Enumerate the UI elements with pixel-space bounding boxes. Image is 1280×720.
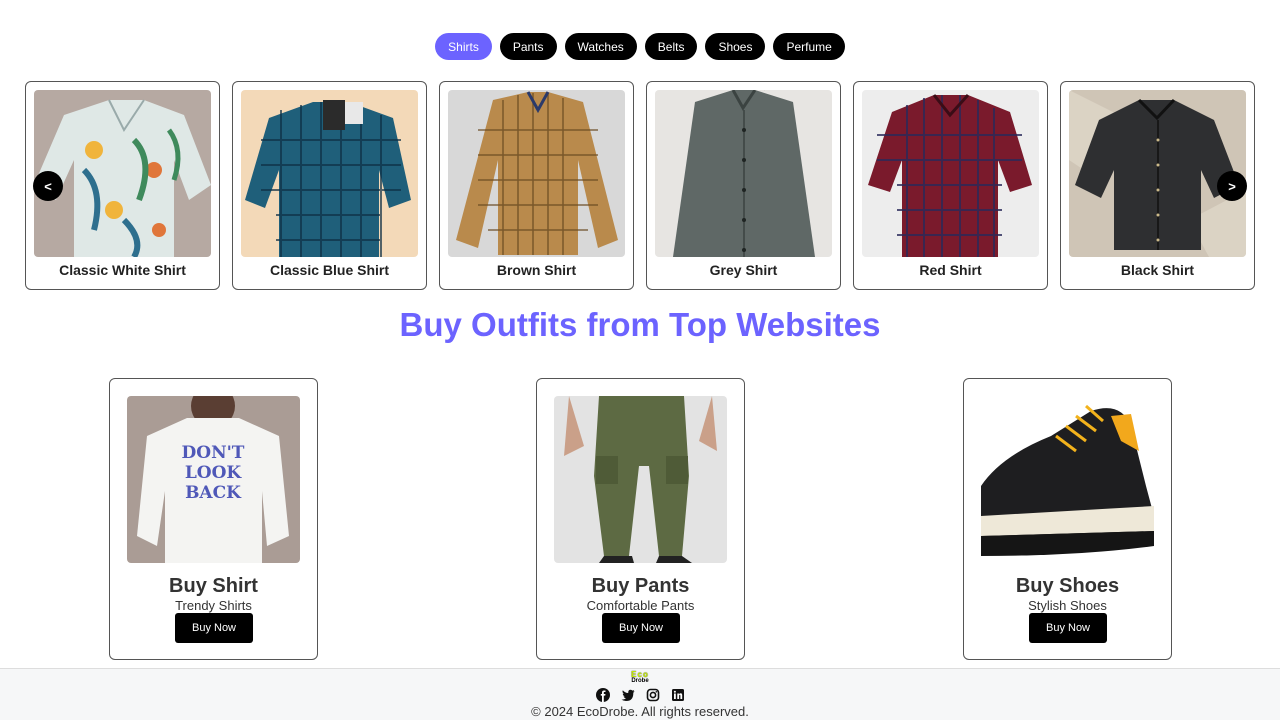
product-card[interactable]: Classic Blue Shirt [232, 81, 427, 290]
product-name: Grey Shirt [709, 262, 778, 278]
tab-watches[interactable]: Watches [564, 33, 637, 60]
product-card[interactable]: Brown Shirt [439, 81, 634, 290]
product-card[interactable]: Grey Shirt [646, 81, 841, 290]
section-title: Buy Outfits from Top Websites [399, 306, 881, 343]
buy-shoes-button[interactable]: Buy Now [1029, 613, 1107, 643]
shop-card-pants: Buy Pants Comfortable Pants Buy Now [536, 378, 745, 660]
shop-card-shirt: DON'T LOOK BACK Buy Shirt Trendy Shirts … [109, 378, 318, 660]
product-name: Black Shirt [1120, 262, 1195, 278]
copyright-text: © 2024 EcoDrobe. All rights reserved. [531, 704, 749, 719]
pants-image [554, 396, 727, 563]
category-tabs: Shirts Pants Watches Belts Shoes Perfume [0, 33, 1280, 60]
facebook-icon[interactable] [595, 688, 610, 702]
product-image [448, 90, 625, 257]
shop-title: Buy Shirt [169, 575, 258, 597]
product-name: Red Shirt [919, 262, 982, 278]
shirt-image: DON'T LOOK BACK [127, 396, 300, 563]
carousel-next-button[interactable]: > [1217, 171, 1247, 201]
product-image [34, 90, 211, 257]
logo[interactable]: Eco Drobe [619, 671, 661, 685]
tab-pants[interactable]: Pants [499, 33, 557, 60]
shop-title: Buy Pants [591, 575, 690, 597]
shop-subtitle: Stylish Shoes [1028, 598, 1107, 613]
buy-pants-button[interactable]: Buy Now [602, 613, 680, 643]
shirt-print-line2: LOOK [185, 463, 243, 483]
shoes-image [981, 396, 1154, 563]
product-name: Brown Shirt [496, 262, 577, 278]
logo-line2: Drobe [631, 678, 649, 684]
tab-shirts[interactable]: Shirts [435, 33, 492, 60]
product-image [655, 90, 832, 257]
shirt-print-line3: BACK [185, 483, 242, 503]
linkedin-icon[interactable] [671, 688, 685, 702]
twitter-icon[interactable] [621, 688, 635, 702]
shirt-print-line1: DON'T [182, 443, 245, 463]
tab-shoes[interactable]: Shoes [705, 33, 766, 60]
product-name: Classic Blue Shirt [269, 262, 390, 278]
shop-card-shoes: Buy Shoes Stylish Shoes Buy Now [963, 378, 1172, 660]
shop-subtitle: Comfortable Pants [586, 598, 695, 613]
social-links [595, 688, 685, 702]
carousel-prev-button[interactable]: < [33, 171, 63, 201]
product-card[interactable]: Red Shirt [853, 81, 1048, 290]
footer: Eco Drobe © 2024 EcoDrobe. All rights re… [0, 668, 1280, 720]
product-image [241, 90, 418, 257]
tab-belts[interactable]: Belts [644, 33, 698, 60]
product-image [862, 90, 1039, 257]
buy-shirt-button[interactable]: Buy Now [175, 613, 253, 643]
tab-perfume[interactable]: Perfume [773, 33, 845, 60]
product-carousel: Classic White Shirt Classic Blue Shirt B… [25, 81, 1256, 290]
shop-title: Buy Shoes [1015, 575, 1120, 597]
product-image [1069, 90, 1246, 257]
shop-subtitle: Trendy Shirts [175, 598, 252, 613]
instagram-icon[interactable] [646, 688, 660, 702]
product-name: Classic White Shirt [59, 262, 186, 278]
